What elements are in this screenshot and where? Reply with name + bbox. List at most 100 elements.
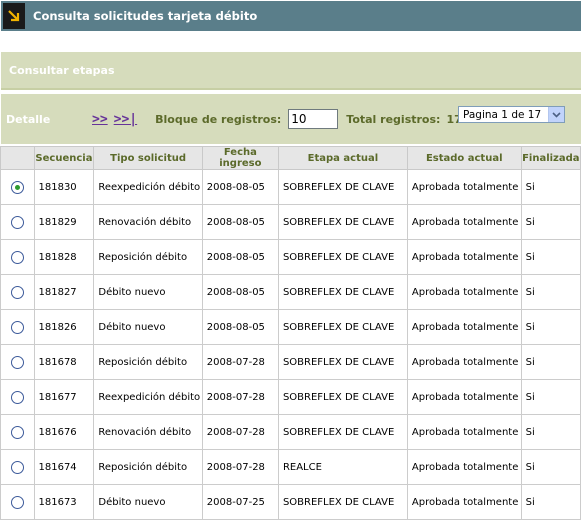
row-select-cell	[0, 414, 35, 450]
row-select-cell	[0, 379, 35, 415]
fecha-cell: 2008-07-28	[201, 344, 279, 380]
tipo-cell: Débito nuevo	[93, 484, 203, 520]
detalle-label: Detalle	[6, 112, 51, 126]
estado-cell: Aprobada totalmente	[406, 344, 522, 380]
row-select-cell	[0, 309, 35, 345]
row-radio-button[interactable]	[10, 250, 24, 264]
row-select-cell	[0, 204, 35, 240]
secuencia-cell: 181678	[33, 344, 95, 380]
fecha-cell: 2008-07-28	[201, 379, 279, 415]
column-header-tipo: Tipo solicitud	[93, 146, 203, 170]
estado-cell: Aprobada totalmente	[406, 169, 522, 205]
table-row: 181676 Renovación débito 2008-07-28 SOBREFL…	[0, 414, 582, 450]
etapa-cell: SOBREFLEX DE CLAVE	[277, 484, 408, 520]
row-select-cell	[0, 449, 35, 485]
etapa-cell: SOBREFLEX DE CLAVE	[277, 204, 408, 240]
etapa-cell: SOBREFLEX DE CLAVE	[277, 379, 408, 415]
estado-cell: Aprobada totalmente	[406, 239, 522, 275]
next-page-link[interactable]: >>	[92, 112, 108, 127]
row-radio-button[interactable]	[10, 215, 24, 229]
estado-cell: Aprobada totalmente	[406, 449, 522, 485]
etapa-cell: SOBREFLEX DE CLAVE	[277, 169, 408, 205]
row-radio-button[interactable]	[10, 320, 24, 334]
finalizada-cell: Si	[520, 309, 582, 345]
finalizada-cell: Si	[520, 239, 582, 275]
table-header-row: Secuencia Tipo solicitud Fecha ingreso E…	[0, 146, 582, 170]
row-radio-button[interactable]	[10, 355, 24, 369]
row-radio-button[interactable]	[10, 180, 24, 194]
fecha-cell: 2008-07-28	[201, 414, 279, 450]
row-radio-button[interactable]	[10, 390, 24, 404]
secuencia-cell: 181828	[33, 239, 95, 275]
row-select-cell	[0, 484, 35, 520]
secuencia-cell: 181676	[33, 414, 95, 450]
secuencia-cell: 181673	[33, 484, 95, 520]
estado-cell: Aprobada totalmente	[406, 274, 522, 310]
page-select[interactable]: Pagina 1 de 17	[458, 106, 565, 123]
finalizada-cell: Si	[520, 204, 582, 240]
bloque-input[interactable]	[288, 109, 339, 129]
last-page-link[interactable]: >>|	[114, 112, 137, 127]
section-header: Consultar etapas	[1, 52, 581, 90]
tipo-cell: Reexpedición débito	[93, 169, 203, 205]
tipo-cell: Débito nuevo	[93, 274, 203, 310]
chevron-down-icon[interactable]	[548, 107, 564, 122]
finalizada-cell: Si	[520, 169, 582, 205]
secuencia-cell: 181677	[33, 379, 95, 415]
row-select-cell	[0, 239, 35, 275]
etapa-cell: SOBREFLEX DE CLAVE	[277, 274, 408, 310]
pagination-toolbar: Detalle >> >>| Bloque de registros: Tota…	[1, 94, 581, 144]
section-title: Consultar etapas	[9, 63, 115, 77]
arrow-down-right-icon	[3, 3, 25, 29]
etapa-cell: SOBREFLEX DE CLAVE	[277, 414, 408, 450]
tipo-cell: Renovación débito	[93, 204, 203, 240]
table-row: 181678 Reposición débito 2008-07-28 SOBREFL…	[0, 344, 582, 380]
page-title: Consulta solicitudes tarjeta débito	[33, 9, 258, 23]
row-radio-button[interactable]	[10, 285, 24, 299]
estado-cell: Aprobada totalmente	[406, 204, 522, 240]
tipo-cell: Reposición débito	[93, 239, 203, 275]
finalizada-cell: Si	[520, 484, 582, 520]
row-select-cell	[0, 344, 35, 380]
row-radio-button[interactable]	[10, 425, 24, 439]
row-radio-button[interactable]	[10, 495, 24, 509]
requests-table: Secuencia Tipo solicitud Fecha ingreso E…	[0, 146, 582, 520]
fecha-cell: 2008-07-28	[201, 449, 279, 485]
finalizada-cell: Si	[520, 274, 582, 310]
fecha-cell: 2008-08-05	[201, 274, 279, 310]
table-row: 181829 Renovación débito 2008-08-05 SOBREFL…	[0, 204, 582, 240]
table-row: 181830 Reexpedición débito 2008-08-05 SOBRE…	[0, 169, 582, 205]
column-header-secuencia: Secuencia	[33, 146, 95, 170]
tipo-cell: Reposición débito	[93, 449, 203, 485]
column-header-fecha: Fecha ingreso	[201, 146, 279, 170]
estado-cell: Aprobada totalmente	[406, 379, 522, 415]
row-select-cell	[0, 169, 35, 205]
fecha-cell: 2008-08-05	[201, 239, 279, 275]
total-label: Total registros:	[346, 112, 441, 126]
tipo-cell: Débito nuevo	[93, 309, 203, 345]
page-select-value: Pagina 1 de 17	[463, 108, 542, 121]
secuencia-cell: 181674	[33, 449, 95, 485]
finalizada-cell: Si	[520, 379, 582, 415]
estado-cell: Aprobada totalmente	[406, 309, 522, 345]
finalizada-cell: Si	[520, 344, 582, 380]
table-row: 181826 Débito nuevo 2008-08-05 SOBREFLEX DE…	[0, 309, 582, 345]
etapa-cell: REALCE	[277, 449, 408, 485]
tipo-cell: Renovación débito	[93, 414, 203, 450]
fecha-cell: 2008-08-05	[201, 169, 279, 205]
row-select-cell	[0, 274, 35, 310]
etapa-cell: SOBREFLEX DE CLAVE	[277, 239, 408, 275]
finalizada-cell: Si	[520, 414, 582, 450]
row-radio-button[interactable]	[10, 460, 24, 474]
bloque-label: Bloque de registros:	[155, 112, 282, 126]
tipo-cell: Reexpedición débito	[93, 379, 203, 415]
column-header-estado: Estado actual	[406, 146, 522, 170]
title-bar: Consulta solicitudes tarjeta débito	[1, 1, 581, 31]
secuencia-cell: 181830	[33, 169, 95, 205]
table-row: 181674 Reposición débito 2008-07-28 REALCE A…	[0, 449, 582, 485]
secuencia-cell: 181829	[33, 204, 95, 240]
etapa-cell: SOBREFLEX DE CLAVE	[277, 344, 408, 380]
column-header-finalizada: Finalizada	[520, 146, 582, 170]
secuencia-cell: 181827	[33, 274, 95, 310]
estado-cell: Aprobada totalmente	[406, 484, 522, 520]
